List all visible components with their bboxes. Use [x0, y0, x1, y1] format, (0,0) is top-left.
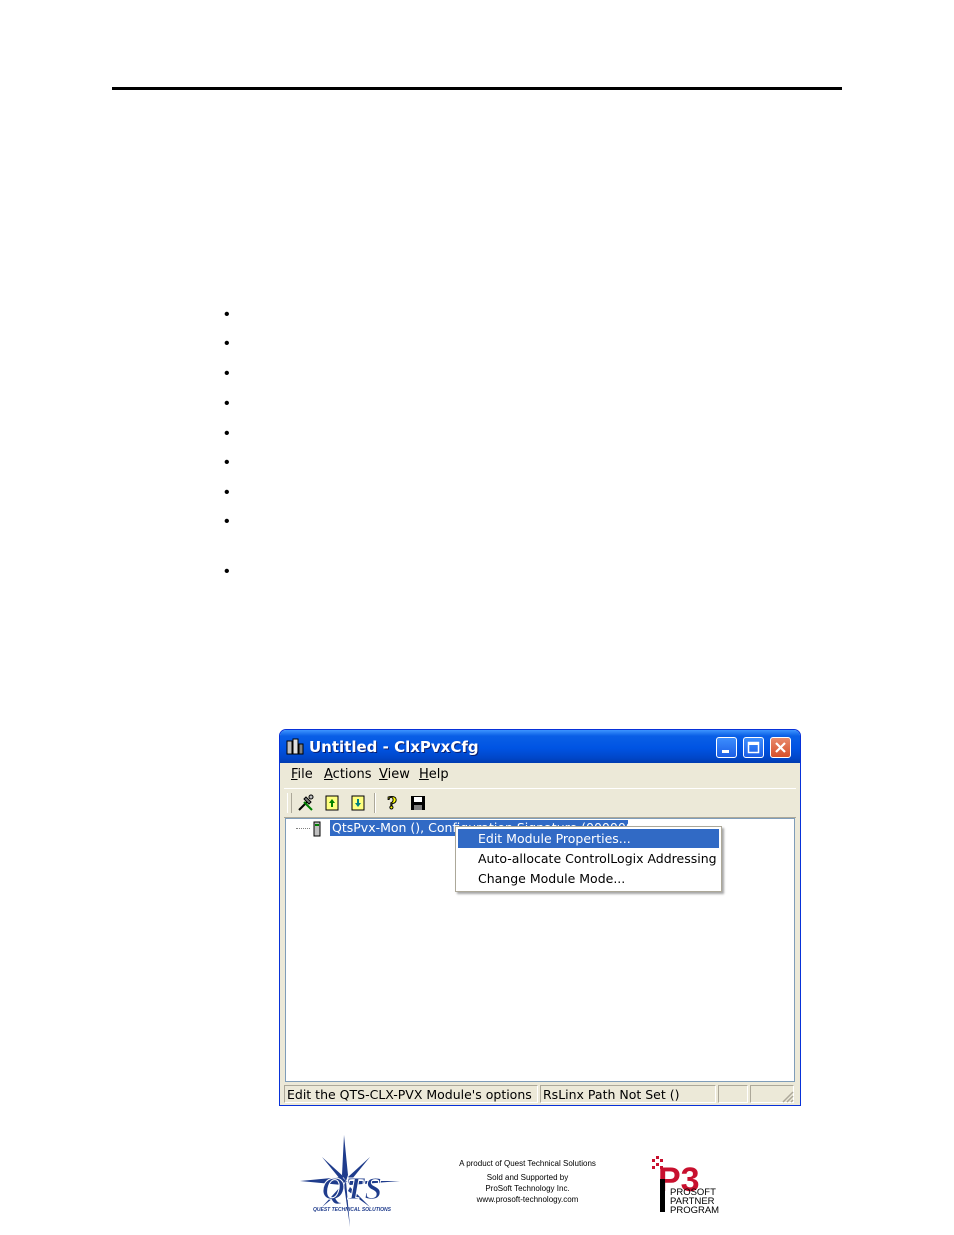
- bullet: •: [224, 395, 230, 412]
- bullet: •: [224, 425, 230, 442]
- download-icon[interactable]: [348, 793, 368, 813]
- bullet: •: [224, 335, 230, 352]
- svg-text:QTS: QTS: [322, 1170, 382, 1206]
- footer-text: A product of Quest Technical Solutions S…: [450, 1158, 605, 1205]
- svg-text:?: ?: [387, 794, 397, 813]
- menu-actions[interactable]: Actions: [324, 767, 372, 782]
- resize-grip-icon[interactable]: [782, 1091, 794, 1103]
- maximize-button[interactable]: [743, 737, 764, 758]
- bullet: •: [224, 306, 230, 323]
- status-message: Edit the QTS-CLX-PVX Module's options: [284, 1085, 538, 1103]
- close-button[interactable]: [770, 737, 791, 758]
- toolbar-separator: [374, 793, 376, 813]
- qts-logo: QTS QUEST TECHNICAL SOLUTIONS: [300, 1135, 400, 1227]
- module-icon: [313, 821, 321, 837]
- bullet: •: [224, 513, 230, 530]
- header-rule: [112, 87, 842, 90]
- close-icon: [775, 742, 786, 753]
- toolbar: ?: [284, 788, 796, 818]
- tree-connector: [296, 828, 310, 829]
- menu-help[interactable]: Help: [419, 767, 449, 782]
- help-icon[interactable]: ?: [382, 793, 402, 814]
- status-rslinx-path: RsLinx Path Not Set (): [540, 1085, 716, 1103]
- menu-file[interactable]: File: [291, 767, 313, 782]
- menu-item-auto-allocate[interactable]: Auto-allocate ControlLogix Addressing: [458, 849, 719, 868]
- footer-line-company: ProSoft Technology Inc.: [485, 1184, 570, 1193]
- status-bar: Edit the QTS-CLX-PVX Module's options Rs…: [284, 1084, 796, 1104]
- bullet: •: [224, 563, 230, 580]
- menu-view[interactable]: View: [379, 767, 410, 782]
- minimize-button[interactable]: [716, 737, 737, 758]
- minimize-icon: [722, 750, 729, 753]
- maximize-icon: [747, 741, 760, 754]
- prosoft-p3-logo: P3 PROSOFT PARTNER PROGRAM: [652, 1156, 719, 1213]
- menu-item-change-module-mode[interactable]: Change Module Mode...: [458, 869, 719, 888]
- bullet: •: [224, 484, 230, 501]
- app-window: Untitled - ClxPvxCfg File Actions View H…: [279, 729, 801, 1106]
- window-title: Untitled - ClxPvxCfg: [309, 738, 479, 756]
- toolbar-grip[interactable]: [287, 793, 292, 813]
- footer-line-product: A product of Quest Technical Solutions: [459, 1159, 596, 1168]
- status-panel-empty: [718, 1085, 748, 1103]
- bullet: •: [224, 365, 230, 382]
- menu-item-edit-module-properties[interactable]: Edit Module Properties...: [458, 829, 719, 848]
- p3-line-program: PROGRAM: [670, 1205, 719, 1213]
- bullet: •: [224, 454, 230, 471]
- footer-line-url[interactable]: www.prosoft-technology.com: [450, 1194, 605, 1205]
- context-menu: Edit Module Properties... Auto-allocate …: [455, 826, 722, 892]
- footer-line-sold: Sold and Supported by: [486, 1173, 569, 1182]
- app-icon: [286, 738, 304, 755]
- menu-bar: File Actions View Help: [284, 765, 796, 785]
- svg-text:QUEST TECHNICAL SOLUTIONS: QUEST TECHNICAL SOLUTIONS: [313, 1207, 392, 1213]
- save-icon[interactable]: [408, 793, 428, 813]
- upload-icon[interactable]: [322, 793, 342, 813]
- title-bar[interactable]: Untitled - ClxPvxCfg: [280, 730, 800, 763]
- tools-icon[interactable]: [296, 793, 316, 813]
